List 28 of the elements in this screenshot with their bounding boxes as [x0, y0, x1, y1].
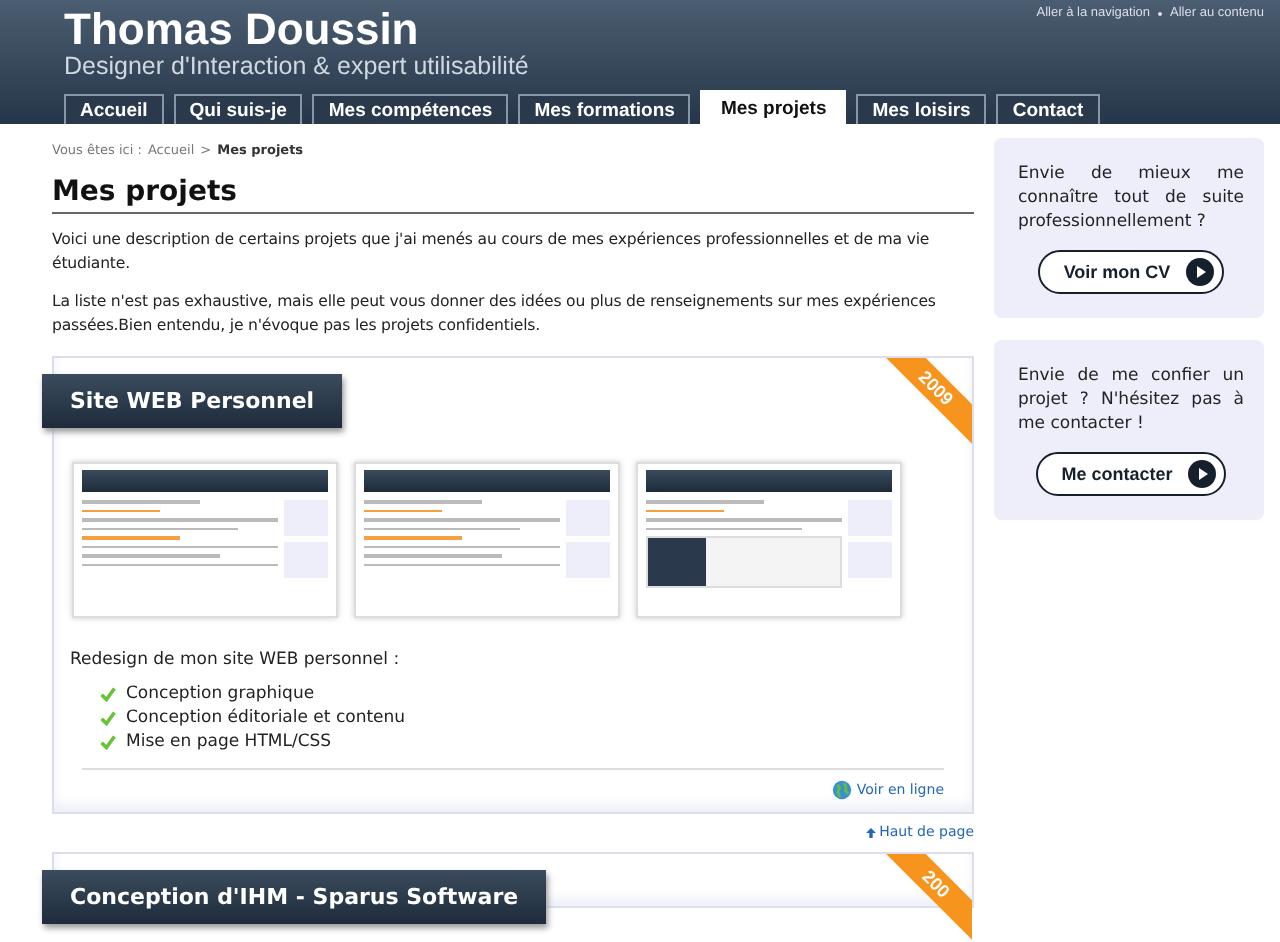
- site-tagline: Designer d'Interaction & expert utilisabilité: [64, 52, 529, 82]
- nav-tab[interactable]: Qui suis-je: [173, 94, 303, 124]
- site-name: Thomas Doussin: [64, 8, 419, 52]
- sidebar-text: Envie de me confier un projet ? N'hésitez pas à me contacter !: [1018, 364, 1244, 436]
- nav-tab[interactable]: Mes projets: [700, 90, 847, 124]
- website-screenshot-drawing[interactable]: [354, 462, 620, 618]
- year-ribbon: 200: [884, 854, 972, 942]
- project-title: Site WEB Personnel: [42, 374, 343, 428]
- cta-button[interactable]: Voir mon CV: [1037, 250, 1225, 294]
- play-icon: [1188, 460, 1217, 488]
- project-title: Conception d'IHM - Sparus Software: [42, 870, 547, 924]
- task-item: Conception éditoriale et contenu: [126, 706, 406, 730]
- nav-tab[interactable]: Accueil: [64, 94, 164, 124]
- task-item: Mise en page HTML/CSS: [126, 730, 332, 754]
- nav-tab[interactable]: Mes compétences: [312, 94, 509, 124]
- task-item: Conception graphique: [126, 682, 315, 706]
- up-arrow-icon: [865, 827, 876, 837]
- website-screenshot-drawing[interactable]: [72, 462, 338, 618]
- cta-button[interactable]: Me contacter: [1035, 452, 1227, 496]
- sidebar-text: Envie de mieux me connaître tout de suite professionnellement ?: [1018, 162, 1244, 234]
- project-description: Redesign de mon site WEB personnel :: [70, 650, 402, 670]
- globe-icon: [832, 780, 853, 800]
- website-screenshot-drawing[interactable]: [636, 462, 902, 618]
- nav-tab[interactable]: Contact: [996, 94, 1100, 124]
- nav-tab[interactable]: Mes formations: [518, 94, 691, 124]
- page-title: Mes projets: [52, 176, 974, 214]
- nav-tab[interactable]: Mes loisirs: [856, 94, 987, 124]
- play-icon: [1186, 258, 1215, 286]
